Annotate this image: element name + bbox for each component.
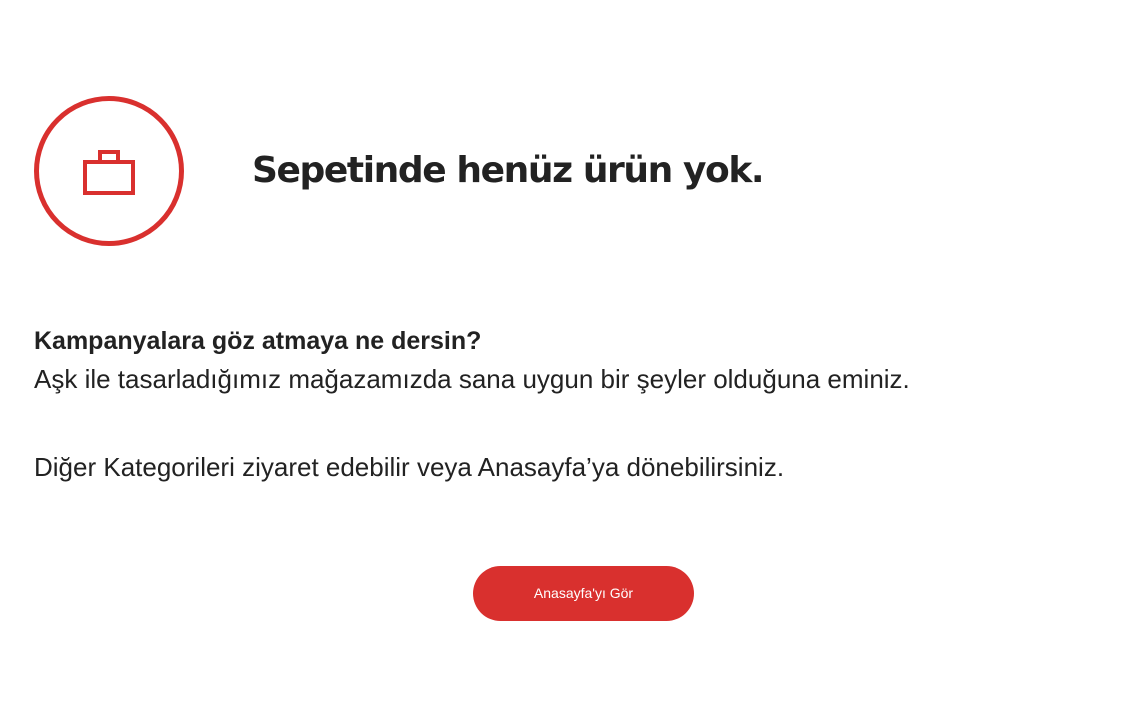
empty-cart-title: Sepetinde henüz ürün yok. bbox=[252, 150, 765, 191]
suggestion-message: Kampanyalara göz atmaya ne dersin? Aşk i… bbox=[34, 322, 1124, 486]
view-homepage-button[interactable]: Anasayfa'yı Gör bbox=[473, 566, 694, 621]
cart-icon-circle bbox=[34, 96, 184, 246]
suggestion-text: Aşk ile tasarladığımız mağazamızda sana … bbox=[34, 364, 910, 394]
navigation-hint-text: Diğer Kategorileri ziyaret edebilir veya… bbox=[34, 452, 785, 482]
suggestion-heading: Kampanyalara göz atmaya ne dersin? bbox=[34, 327, 482, 355]
shopping-bag-icon bbox=[83, 150, 135, 195]
empty-cart-header: Sepetinde henüz ürün yok. bbox=[34, 96, 1034, 246]
